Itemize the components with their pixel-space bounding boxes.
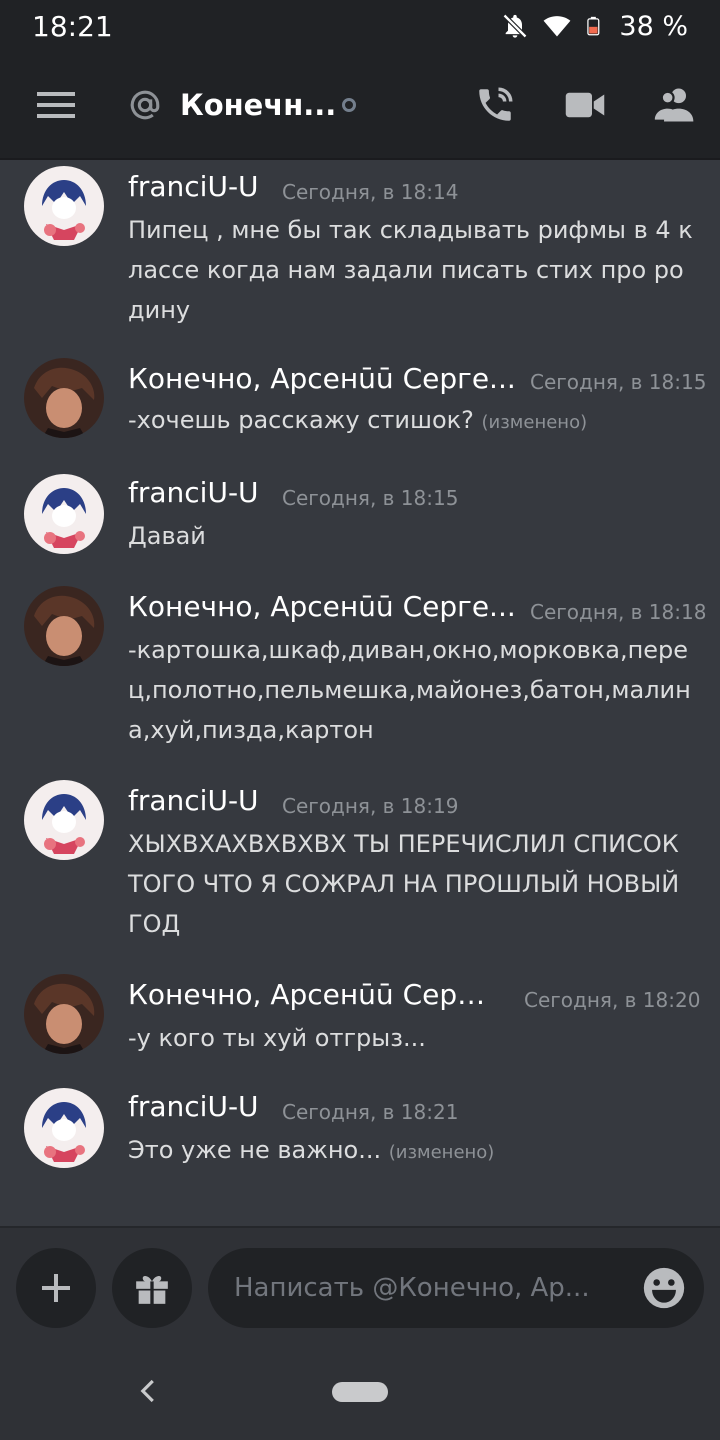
- members-icon: [654, 88, 694, 122]
- system-nav-bar: [0, 1346, 720, 1440]
- message-author[interactable]: franciU-U: [128, 1090, 259, 1123]
- status-dot-icon: [342, 98, 356, 112]
- video-call-button[interactable]: [540, 51, 630, 159]
- back-icon[interactable]: [134, 1376, 164, 1406]
- wifi-icon: [543, 16, 571, 37]
- avatar[interactable]: [24, 974, 104, 1054]
- channel-header: Конечн...: [0, 52, 720, 160]
- message-content: -картошка,шкаф,диван,окно,морковка,перец…: [128, 636, 691, 744]
- message-list[interactable]: franciU-U Сегодня, в 18:14 Пипец , мне б…: [0, 162, 720, 1226]
- home-pill[interactable]: [332, 1382, 388, 1402]
- message-author[interactable]: Конечно, Арсенūū Серг...: [128, 978, 498, 1011]
- emoji-icon[interactable]: [642, 1266, 686, 1310]
- message-timestamp: Сегодня, в 18:18: [530, 600, 707, 624]
- message-timestamp: Сегодня, в 18:15: [530, 370, 707, 394]
- avatar[interactable]: [24, 358, 104, 438]
- message-timestamp: Сегодня, в 18:14: [282, 180, 459, 204]
- plus-icon: [42, 1274, 70, 1302]
- avatar[interactable]: [24, 780, 104, 860]
- message-author[interactable]: franciU-U: [128, 784, 259, 817]
- battery-level: 38 %: [619, 10, 688, 42]
- gift-button[interactable]: [112, 1248, 192, 1328]
- message-content: -хочешь расскажу стишок? (изменено): [128, 406, 588, 434]
- avatar[interactable]: [24, 1088, 104, 1168]
- message-content: Это уже не важно... (изменено): [128, 1136, 495, 1164]
- menu-button[interactable]: [0, 51, 112, 159]
- message-input-placeholder: Написать @Конечно, Ар...: [234, 1273, 590, 1303]
- dm-title: Конечн...: [180, 88, 337, 122]
- message-timestamp: Сегодня, в 18:15: [282, 486, 459, 510]
- message-timestamp: Сегодня, в 18:20: [524, 988, 701, 1012]
- voice-call-button[interactable]: [450, 51, 540, 159]
- battery-icon: [587, 16, 600, 36]
- avatar[interactable]: [24, 474, 104, 554]
- at-icon: [130, 90, 160, 120]
- video-icon: [565, 92, 605, 118]
- message-author[interactable]: Конечно, Арсенūū Серге...: [128, 362, 518, 395]
- message-author[interactable]: franciU-U: [128, 476, 259, 509]
- edited-label: (изменено): [388, 1142, 495, 1163]
- edited-label: (изменено): [481, 412, 588, 433]
- members-button[interactable]: [630, 51, 720, 159]
- call-icon: [479, 87, 513, 121]
- status-bar: 18:21 38 %: [0, 0, 720, 52]
- message-input-bar: Написать @Конечно, Ар...: [0, 1226, 720, 1346]
- message-timestamp: Сегодня, в 18:19: [282, 794, 459, 818]
- message-timestamp: Сегодня, в 18:21: [282, 1100, 459, 1124]
- message-author[interactable]: franciU-U: [128, 170, 259, 203]
- attach-button[interactable]: [16, 1248, 96, 1328]
- status-time: 18:21: [32, 9, 113, 43]
- avatar[interactable]: [24, 586, 104, 666]
- message-input[interactable]: Написать @Конечно, Ар...: [208, 1248, 704, 1328]
- message-content: Давай: [128, 522, 206, 550]
- message-content: ХЫХВХАХВХВХВХ ТЫ ПЕРЕЧИСЛИЛ СПИСОК ТОГО …: [128, 830, 680, 938]
- message-author[interactable]: Конечно, Арсенūū Серге...: [128, 590, 518, 623]
- avatar[interactable]: [24, 166, 104, 246]
- status-icons: 38 %: [501, 11, 688, 42]
- message-content: -у кого ты хуй отгрыз...: [128, 1024, 426, 1052]
- bell-off-icon: [503, 13, 528, 39]
- message-content: Пипец , мне бы так складывать рифмы в 4 …: [128, 216, 693, 324]
- gift-icon: [136, 1275, 168, 1305]
- menu-icon: [37, 92, 75, 118]
